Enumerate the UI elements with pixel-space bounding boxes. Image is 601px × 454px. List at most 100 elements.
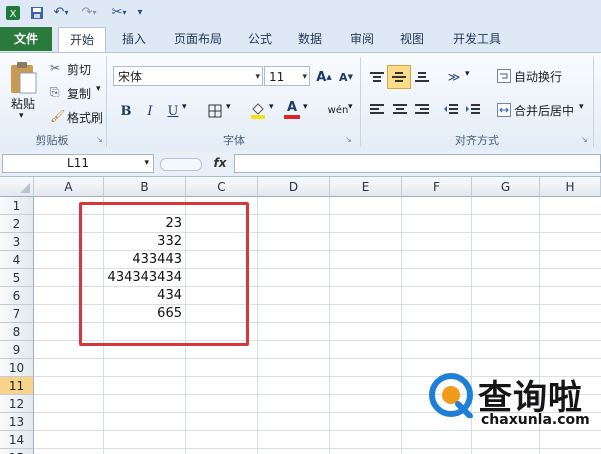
select-all-corner[interactable] bbox=[0, 177, 34, 197]
increase-indent-icon[interactable] bbox=[462, 99, 484, 121]
wrap-text-button[interactable]: 自动换行 bbox=[514, 68, 562, 85]
format-painter-button[interactable]: 格式刷 bbox=[67, 109, 103, 126]
formula-bar: L11 ▾ fx bbox=[0, 150, 601, 177]
column-header-g[interactable]: G bbox=[472, 177, 540, 197]
gridline bbox=[34, 448, 601, 449]
underline-button[interactable]: U bbox=[163, 99, 183, 123]
wrap-text-icon[interactable] bbox=[494, 65, 514, 87]
undo-icon[interactable]: ↶ ▾ bbox=[50, 4, 72, 21]
borders-icon[interactable] bbox=[204, 99, 226, 123]
merge-center-button[interactable]: 合并后居中 bbox=[514, 102, 574, 119]
tab-developer[interactable]: 开发工具 bbox=[444, 29, 510, 50]
borders-dropdown-icon[interactable]: ▾ bbox=[226, 102, 231, 112]
phonetic-dropdown-icon[interactable]: ▾ bbox=[348, 102, 353, 112]
formula-input[interactable] bbox=[234, 154, 601, 173]
grow-font-button[interactable]: A ▲ bbox=[313, 65, 335, 89]
column-header-h[interactable]: H bbox=[540, 177, 601, 197]
formula-bar-handle[interactable] bbox=[160, 158, 202, 171]
alignment-group-label: 对齐方式 bbox=[455, 134, 499, 147]
fill-color-dropdown-icon[interactable]: ▾ bbox=[269, 102, 274, 112]
font-launcher-icon[interactable]: ↘ bbox=[345, 135, 352, 144]
copy-dropdown-icon[interactable]: ▾ bbox=[96, 84, 101, 94]
row-header-6[interactable]: 6 bbox=[0, 287, 34, 305]
group-divider bbox=[593, 57, 594, 147]
column-header-e[interactable]: E bbox=[330, 177, 402, 197]
insert-function-button[interactable]: fx bbox=[208, 154, 232, 173]
tab-insert[interactable]: 插入 bbox=[114, 29, 154, 50]
fill-color-icon[interactable] bbox=[246, 97, 270, 123]
align-top-icon[interactable] bbox=[366, 66, 388, 88]
bold-button[interactable]: B bbox=[115, 99, 137, 123]
font-color-button[interactable]: A bbox=[280, 97, 304, 123]
gridline bbox=[34, 358, 601, 359]
font-size-combo[interactable]: 11 ▾ bbox=[264, 66, 310, 86]
format-painter-icon[interactable]: 🖌 bbox=[50, 109, 65, 123]
redo-icon[interactable]: ↷ ▾ bbox=[78, 4, 100, 21]
tab-file[interactable]: 文件 bbox=[0, 27, 52, 51]
decrease-indent-icon[interactable] bbox=[440, 99, 462, 121]
merge-center-icon[interactable] bbox=[494, 99, 514, 121]
align-middle-icon[interactable] bbox=[387, 65, 411, 89]
cut-button[interactable]: 剪切 bbox=[67, 61, 91, 78]
chevron-down-icon[interactable]: ▾ bbox=[255, 67, 260, 87]
orientation-dropdown-icon[interactable]: ▾ bbox=[465, 69, 470, 79]
tab-page-layout[interactable]: 页面布局 bbox=[166, 29, 230, 50]
cut-icon[interactable]: ✂ bbox=[50, 61, 60, 75]
column-header-b[interactable]: B bbox=[104, 177, 186, 197]
column-header-c[interactable]: C bbox=[186, 177, 258, 197]
row-header-4[interactable]: 4 bbox=[0, 251, 34, 269]
paste-label[interactable]: 粘贴 bbox=[11, 95, 35, 112]
row-header-5[interactable]: 5 bbox=[0, 269, 34, 287]
font-name-combo[interactable]: 宋体 ▾ bbox=[113, 66, 263, 86]
clipboard-launcher-icon[interactable]: ↘ bbox=[96, 135, 103, 144]
merge-dropdown-icon[interactable]: ▾ bbox=[579, 102, 584, 112]
column-header-a[interactable]: A bbox=[34, 177, 104, 197]
align-right-icon[interactable] bbox=[411, 99, 433, 121]
align-left-icon[interactable] bbox=[366, 99, 388, 121]
row-header-3[interactable]: 3 bbox=[0, 233, 34, 251]
gridline bbox=[257, 197, 258, 454]
row-header-11[interactable]: 11 bbox=[0, 377, 34, 395]
underline-dropdown-icon[interactable]: ▾ bbox=[182, 102, 187, 112]
row-header-12[interactable]: 12 bbox=[0, 395, 34, 413]
orientation-icon[interactable]: ≫ bbox=[442, 65, 466, 89]
font-color-swatch bbox=[284, 115, 300, 119]
paste-icon[interactable] bbox=[6, 57, 40, 99]
column-header-f[interactable]: F bbox=[402, 177, 472, 197]
font-color-dropdown-icon[interactable]: ▾ bbox=[303, 102, 308, 112]
chevron-down-icon[interactable]: ▾ bbox=[302, 67, 307, 87]
row-header-8[interactable]: 8 bbox=[0, 323, 34, 341]
row-header-1[interactable]: 1 bbox=[0, 197, 34, 215]
row-header-9[interactable]: 9 bbox=[0, 341, 34, 359]
save-icon[interactable] bbox=[28, 4, 46, 21]
paste-dropdown-icon[interactable]: ▾ bbox=[19, 111, 24, 121]
tab-formulas[interactable]: 公式 bbox=[240, 29, 280, 50]
align-center-icon[interactable] bbox=[389, 99, 411, 121]
tab-review[interactable]: 审阅 bbox=[342, 29, 382, 50]
copy-icon[interactable]: ⎘ bbox=[50, 85, 60, 100]
row-header-13[interactable]: 13 bbox=[0, 413, 34, 431]
row-header-7[interactable]: 7 bbox=[0, 305, 34, 323]
column-header-d[interactable]: D bbox=[258, 177, 330, 197]
name-box[interactable]: L11 ▾ bbox=[2, 154, 154, 173]
customize-qat-icon[interactable]: ▾ bbox=[134, 4, 146, 21]
row-header-14[interactable]: 14 bbox=[0, 431, 34, 449]
chevron-down-icon[interactable]: ▾ bbox=[144, 155, 149, 172]
shrink-font-button[interactable]: A ▼ bbox=[335, 65, 357, 89]
tab-view[interactable]: 视图 bbox=[392, 29, 432, 50]
shrink-font-label: A bbox=[339, 70, 348, 84]
row-header-2[interactable]: 2 bbox=[0, 215, 34, 233]
italic-button[interactable]: I bbox=[139, 99, 161, 123]
align-bottom-icon[interactable] bbox=[411, 66, 433, 88]
tools-icon[interactable]: ✂ ▾ bbox=[108, 4, 130, 21]
copy-button[interactable]: 复制 bbox=[67, 85, 91, 102]
excel-app-icon[interactable]: X bbox=[4, 4, 22, 21]
tab-home[interactable]: 开始 bbox=[58, 27, 106, 53]
alignment-launcher-icon[interactable]: ↘ bbox=[581, 135, 588, 144]
gridline bbox=[34, 430, 601, 431]
ribbon-home: 粘贴 ▾ ✂ 剪切 ⎘ 复制 ▾ 🖌 格式刷 剪贴板 ↘ 宋体 ▾ 11 ▾ A… bbox=[0, 52, 601, 151]
tab-data[interactable]: 数据 bbox=[290, 29, 330, 50]
row-header-10[interactable]: 10 bbox=[0, 359, 34, 377]
group-divider bbox=[106, 57, 107, 147]
row-header-15[interactable]: 15 bbox=[0, 449, 34, 454]
